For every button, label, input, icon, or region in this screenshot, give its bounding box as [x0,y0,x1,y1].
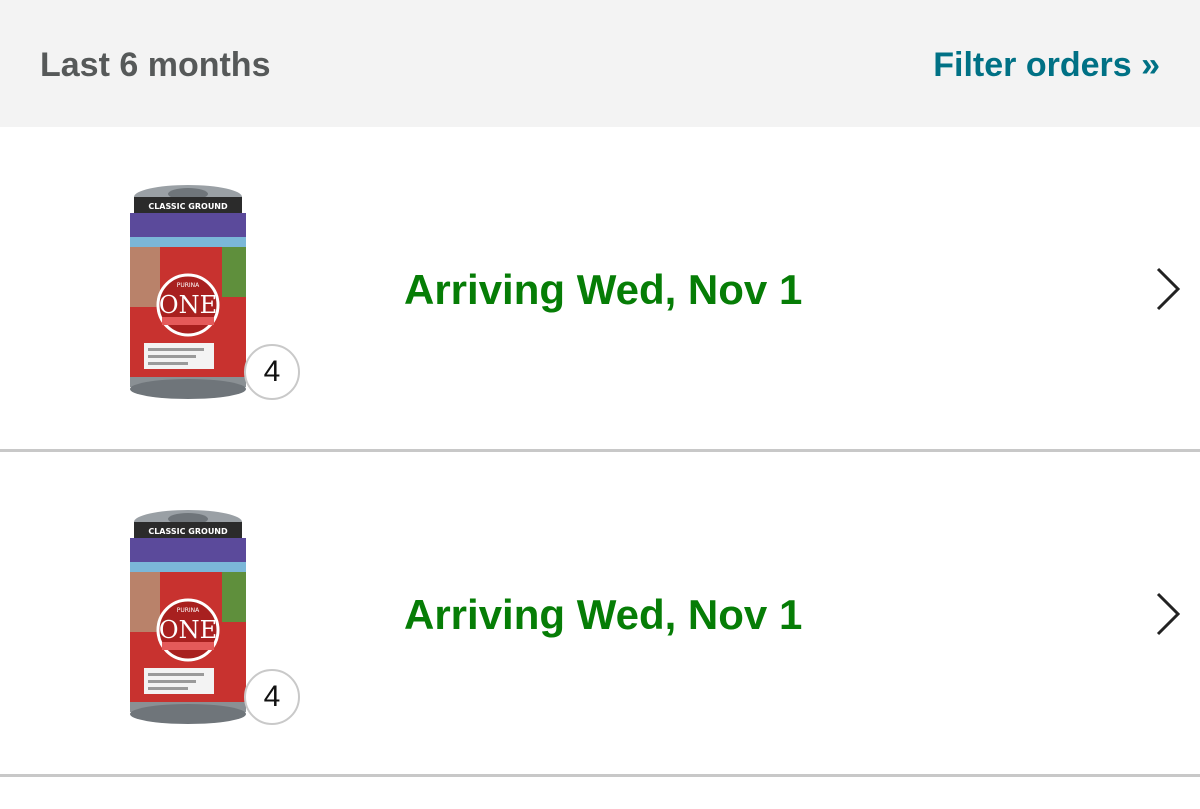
logo-text: ONE [159,616,217,644]
brand-text: PURINA [177,282,200,289]
delivery-status: Arriving Wed, Nov 1 [404,591,803,638]
delivery-status: Arriving Wed, Nov 1 [404,266,803,313]
quantity-badge: 4 [244,669,300,725]
can-band-text: CLASSIC GROUND [148,527,228,536]
logo-text: ONE [159,291,217,319]
product-image: CLASSIC GROUND PURINA ONE [130,510,246,724]
orders-header: Last 6 months Filter orders » [0,0,1200,127]
chevron-right-icon [1156,592,1181,636]
filter-orders-link[interactable]: Filter orders » [933,44,1160,86]
quantity-badge: 4 [244,344,300,400]
product-image: CLASSIC GROUND PURINA ONE [130,185,246,399]
can-band-text: CLASSIC GROUND [148,202,228,211]
time-period-label: Last 6 months [40,46,271,84]
chevron-right-icon [1156,267,1181,311]
order-row[interactable]: CLASSIC GROUND PURINA ONE 4 Arriving Wed… [0,127,1200,452]
brand-text: PURINA [177,607,200,614]
order-list: CLASSIC GROUND PURINA ONE 4 Arriving Wed… [0,127,1200,777]
order-row[interactable]: CLASSIC GROUND PURINA ONE 4 Arriving Wed… [0,452,1200,777]
